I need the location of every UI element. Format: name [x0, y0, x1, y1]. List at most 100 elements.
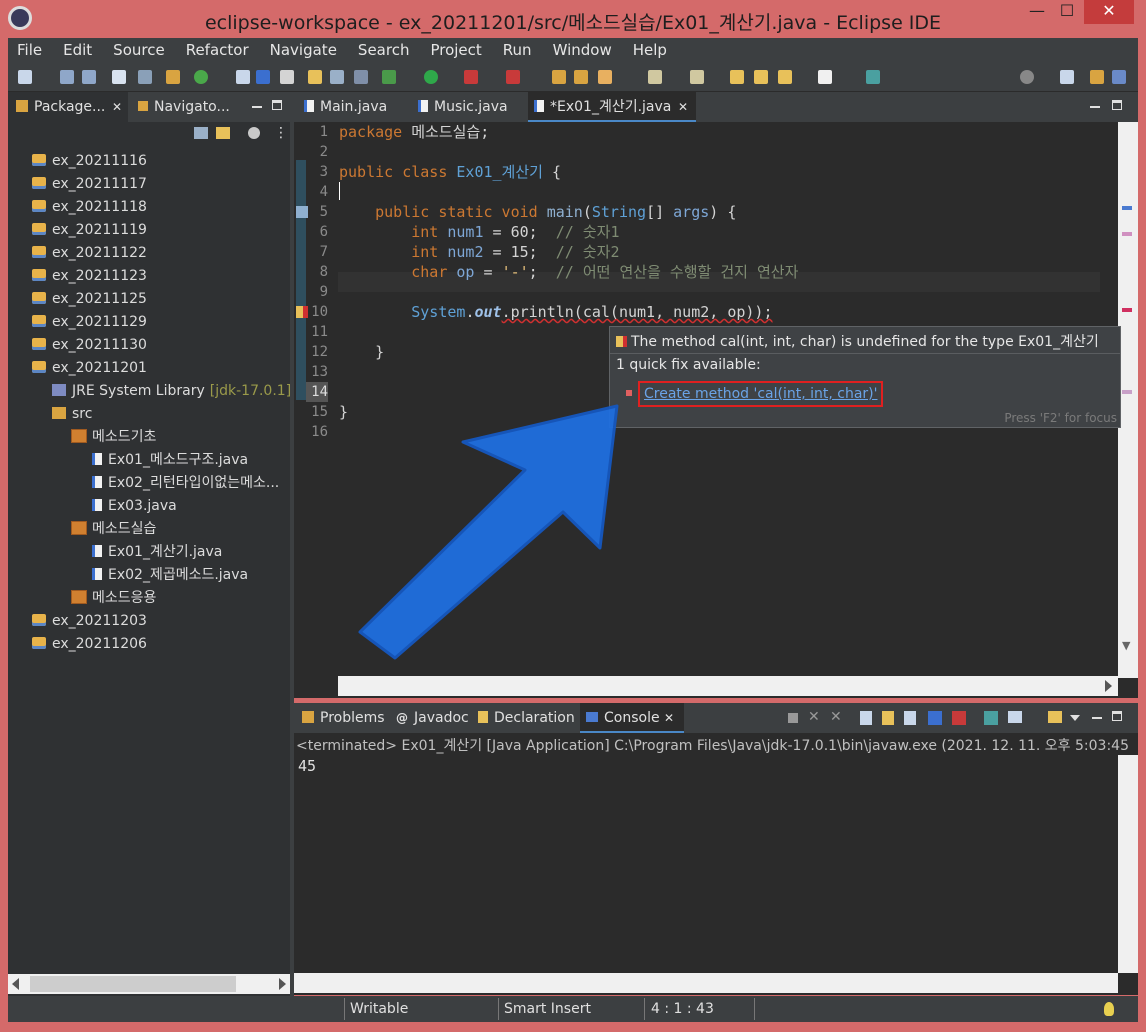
- scroll-right-icon[interactable]: [1105, 680, 1112, 692]
- new-icon[interactable]: [18, 70, 32, 84]
- tree-item[interactable]: ex_20211123: [32, 265, 147, 287]
- remove-launch-icon[interactable]: ✕: [808, 709, 820, 725]
- menu-source[interactable]: Source: [104, 38, 177, 62]
- run-icon[interactable]: [424, 70, 438, 84]
- close-tab-icon[interactable]: ✕: [664, 703, 674, 733]
- maximize-view-icon[interactable]: [272, 100, 282, 110]
- editor-vertical-scrollbar[interactable]: ▼: [1118, 122, 1138, 678]
- last-edit-icon[interactable]: [730, 70, 744, 84]
- tree-item[interactable]: ex_20211201: [32, 357, 147, 379]
- menu-file[interactable]: File: [8, 38, 54, 62]
- tree-item[interactable]: ex_20211122: [32, 242, 147, 264]
- open-console-icon[interactable]: [984, 711, 998, 725]
- refresh-icon[interactable]: [194, 70, 208, 84]
- back-icon[interactable]: [778, 70, 792, 84]
- tree-item[interactable]: 메소드실습: [71, 518, 156, 540]
- scroll-right-icon[interactable]: [279, 978, 286, 990]
- menu-project[interactable]: Project: [421, 38, 493, 62]
- tree-item[interactable]: ex_20211125: [32, 288, 147, 310]
- tip-bulb-icon[interactable]: [1104, 1002, 1114, 1016]
- minimize-view-icon[interactable]: [252, 106, 262, 108]
- terminate-icon[interactable]: [788, 713, 798, 723]
- word-wrap-icon[interactable]: [882, 711, 894, 725]
- tree-item[interactable]: ex_20211130: [32, 334, 147, 356]
- scroll-thumb[interactable]: [30, 976, 236, 992]
- menu-run[interactable]: Run: [494, 38, 544, 62]
- menu-search[interactable]: Search: [349, 38, 422, 62]
- menu-navigate[interactable]: Navigate: [261, 38, 349, 62]
- prev-annotation-icon[interactable]: [690, 70, 704, 84]
- open-folder-icon[interactable]: [574, 70, 588, 84]
- tab-declaration[interactable]: Declaration: [474, 703, 578, 733]
- console-vertical-scrollbar[interactable]: [1118, 755, 1138, 973]
- pilcrow-icon[interactable]: [354, 70, 368, 84]
- open-type-icon[interactable]: [552, 70, 566, 84]
- print-icon[interactable]: [112, 70, 126, 84]
- tab-main-java[interactable]: Main.java: [298, 92, 408, 122]
- mark-occurrences-icon[interactable]: [256, 70, 270, 84]
- scroll-lock-icon[interactable]: [860, 711, 872, 725]
- tab-ex01-java[interactable]: *Ex01_계산기.java ✕: [528, 92, 696, 122]
- view-menu-icon[interactable]: [1070, 715, 1080, 721]
- tree-item[interactable]: ex_20211116: [32, 150, 147, 172]
- scroll-down-icon[interactable]: ▼: [1122, 639, 1130, 652]
- tab-console[interactable]: Console ✕: [580, 703, 684, 733]
- toggle-icon[interactable]: [138, 70, 152, 84]
- search-ref-icon[interactable]: [236, 70, 250, 84]
- menu-edit[interactable]: Edit: [54, 38, 104, 62]
- debug-icon[interactable]: [382, 70, 396, 84]
- menu-refactor[interactable]: Refactor: [177, 38, 261, 62]
- minimize-view-icon[interactable]: [1092, 717, 1102, 719]
- explorer-horizontal-scrollbar[interactable]: [8, 974, 290, 994]
- close-button[interactable]: ✕: [1084, 0, 1134, 24]
- menu-help[interactable]: Help: [624, 38, 679, 62]
- minimize-button[interactable]: —: [1022, 0, 1052, 24]
- tab-navigator[interactable]: Navigato...: [132, 92, 242, 122]
- maximize-view-icon[interactable]: [1112, 100, 1122, 110]
- pin-console-icon[interactable]: [904, 711, 916, 725]
- tree-item[interactable]: 메소드응용: [71, 587, 156, 609]
- create-method-fix-link[interactable]: Create method 'cal(int, int, char)': [638, 381, 884, 407]
- debug-perspective-icon[interactable]: [1112, 70, 1126, 84]
- tree-item[interactable]: Ex02_제곱메소드.java: [92, 564, 248, 586]
- tree-item[interactable]: Ex02_리턴타입이없는메소...: [92, 472, 279, 494]
- tree-item[interactable]: ex_20211117: [32, 173, 147, 195]
- minimize-view-icon[interactable]: [1090, 106, 1100, 108]
- perspective-icon[interactable]: [1060, 70, 1074, 84]
- scroll-left-icon[interactable]: [12, 978, 19, 990]
- display-console-icon[interactable]: [1008, 711, 1022, 723]
- tab-package-explorer[interactable]: Package... ✕: [8, 92, 128, 122]
- word-wrap-icon[interactable]: [280, 70, 294, 84]
- tree-item[interactable]: Ex03.java: [92, 495, 177, 517]
- tab-music-java[interactable]: Music.java: [412, 92, 524, 122]
- menu-window[interactable]: Window: [544, 38, 624, 62]
- link-editor-icon[interactable]: [216, 127, 230, 139]
- tree-item[interactable]: src: [52, 403, 92, 425]
- tab-javadoc[interactable]: @ Javadoc: [392, 703, 472, 733]
- tree-item[interactable]: Ex01_계산기.java: [92, 541, 222, 563]
- pin-editor-icon[interactable]: [866, 70, 880, 84]
- editor-horizontal-scrollbar[interactable]: [338, 676, 1118, 696]
- maximize-button[interactable]: ☐: [1052, 0, 1082, 24]
- search-icon[interactable]: [1020, 70, 1034, 84]
- external-tools-icon[interactable]: [506, 70, 520, 84]
- brush-icon[interactable]: [598, 70, 612, 84]
- console-output[interactable]: 45: [298, 757, 316, 775]
- new-console-icon[interactable]: [1048, 711, 1062, 723]
- forward-icon[interactable]: [818, 70, 832, 84]
- close-tab-icon[interactable]: ✕: [112, 92, 122, 122]
- tree-item[interactable]: ex_20211206: [32, 633, 147, 655]
- console-horizontal-scrollbar[interactable]: [294, 973, 1118, 993]
- focus-icon[interactable]: [248, 127, 260, 139]
- tree-item[interactable]: ex_20211118: [32, 196, 147, 218]
- save-all-icon[interactable]: [82, 70, 96, 84]
- show-on-error-icon[interactable]: [952, 711, 966, 725]
- view-menu-icon[interactable]: ⋮: [274, 125, 288, 141]
- forward-edit-icon[interactable]: [754, 70, 768, 84]
- close-tab-icon[interactable]: ✕: [678, 92, 688, 122]
- tree-item[interactable]: ex_20211203: [32, 610, 147, 632]
- save-icon[interactable]: [60, 70, 74, 84]
- tab-problems[interactable]: Problems: [298, 703, 388, 733]
- next-annotation-icon[interactable]: [648, 70, 662, 84]
- java-perspective-icon[interactable]: [1090, 70, 1104, 84]
